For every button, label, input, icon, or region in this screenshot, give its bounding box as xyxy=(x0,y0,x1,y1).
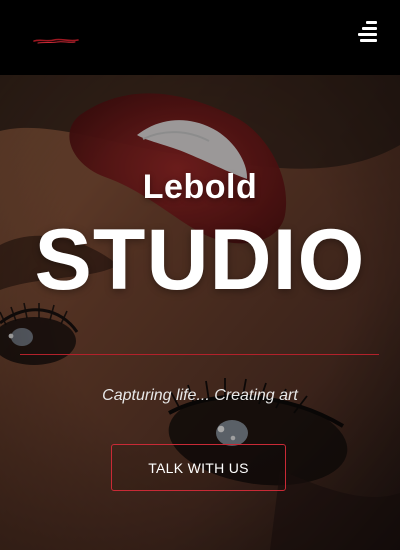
top-navbar xyxy=(0,0,400,75)
hero-divider xyxy=(20,354,379,355)
hamburger-menu-icon xyxy=(358,33,377,36)
hero-section: Lebold STUDIO Capturing life... Creating… xyxy=(0,75,400,550)
hamburger-menu-icon xyxy=(360,39,377,42)
hamburger-menu-icon xyxy=(366,21,377,24)
brand-name: Lebold xyxy=(142,168,258,206)
hamburger-menu-icon xyxy=(362,27,377,30)
hero-tagline: Capturing life... Creating art xyxy=(102,387,298,404)
studio-logo[interactable] xyxy=(33,37,79,45)
page: Lebold STUDIO Capturing life... Creating… xyxy=(0,0,400,550)
hero-title: STUDIO xyxy=(34,212,366,308)
talk-with-us-button[interactable]: TALK WITH US xyxy=(111,444,286,491)
menu-button[interactable] xyxy=(358,21,380,45)
